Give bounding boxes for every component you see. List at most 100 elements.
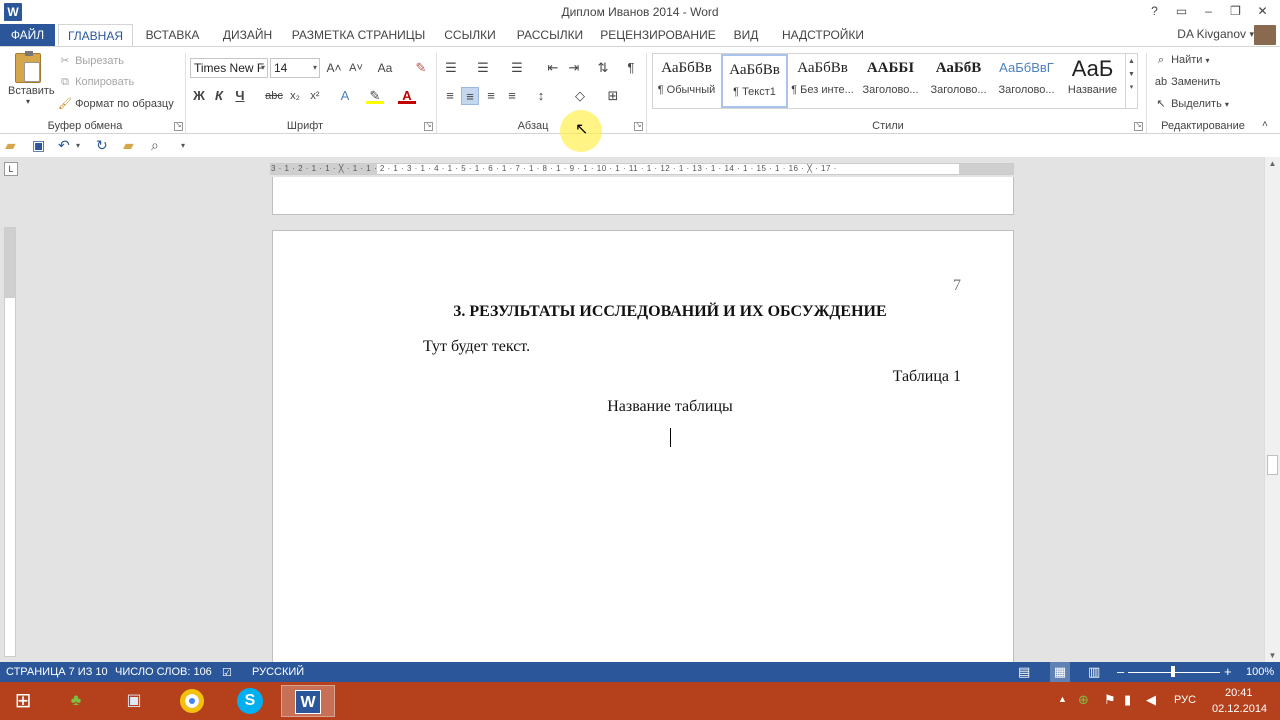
body-paragraph[interactable]: Тут будет текст. [423,338,530,356]
font-color-icon[interactable]: A [398,87,416,104]
font-size-combo[interactable]: 14 ▾ [270,58,320,78]
tab-layout[interactable]: РАЗМЕТКА СТРАНИЦЫ [290,24,427,46]
styles-scroll[interactable]: ▲ ▼ ▾ [1125,54,1137,108]
tab-addins[interactable]: НАДСТРОЙКИ [776,24,870,46]
numbering-icon[interactable]: ☰ [474,59,492,77]
superscript-button[interactable]: x² [306,87,324,105]
show-formatting-marks-icon[interactable]: ¶ [622,59,640,77]
bold-button[interactable]: Ж [190,87,208,105]
tab-references[interactable]: ССЫЛКИ [438,24,502,46]
shrink-font-button[interactable]: A˅ [346,59,366,77]
page-count[interactable]: СТРАНИЦА 7 ИЗ 10 [6,666,108,678]
style-text1[interactable]: АаБбВв ¶ Текст1 [721,54,788,108]
skype-icon[interactable]: S [230,685,270,717]
underline-button[interactable]: Ч [231,87,249,105]
strikethrough-button[interactable]: abc [262,87,286,105]
change-case-button[interactable]: Aa [372,59,398,77]
collapse-ribbon-icon[interactable]: ˄ [1262,119,1268,130]
borders-icon[interactable]: ⊞ [604,87,622,105]
cut-button[interactable]: ✂ Вырезать [58,54,124,67]
tab-design[interactable]: ДИЗАЙН [215,24,280,46]
show-hidden-icons[interactable]: ▲ [1058,694,1067,704]
battery-icon[interactable]: ▮ [1124,692,1131,708]
network-app-icon[interactable]: ♣ [56,685,96,717]
horizontal-ruler[interactable]: 3 · 1 · 2 · 1 · 1 · ╳ · 1 · 1 · 2 · 1 · … [270,163,1014,175]
style-heading1[interactable]: ААББІ Заголово... [857,54,924,108]
text-effects-icon[interactable]: A [336,87,354,105]
style-no-spacing[interactable]: АаБбВв ¶ Без инте... [789,54,856,108]
help-button[interactable]: ? [1141,0,1168,24]
tab-insert[interactable]: ВСТАВКА [140,24,205,46]
justify-icon[interactable]: ≡ [503,87,521,105]
save-icon[interactable]: ▣ [32,137,45,154]
chevron-down-icon[interactable]: ▼ [1126,71,1137,78]
word-count[interactable]: ЧИСЛО СЛОВ: 106 [115,666,212,678]
style-title[interactable]: АаБ Название [1059,54,1126,108]
undo-icon[interactable]: ↶ [58,137,70,154]
tab-selector-icon[interactable]: L [4,162,18,176]
avatar[interactable] [1254,25,1276,45]
highlight-icon[interactable]: ✎ [366,87,384,104]
customize-toolbar-icon[interactable]: ▾ [181,141,185,150]
volume-icon[interactable]: ◀ [1146,692,1156,708]
zoom-out-icon[interactable]: – [1117,664,1124,679]
tab-home[interactable]: ГЛАВНАЯ [58,24,133,47]
restore-button[interactable]: ❐ [1222,0,1249,24]
open-folder-icon[interactable]: ▰ [5,137,16,154]
floppy-save-icon[interactable]: ▣ [114,685,154,717]
tab-review[interactable]: РЕЦЕНЗИРОВАНИЕ [598,24,718,46]
input-language[interactable]: РУС [1174,694,1196,706]
shading-icon[interactable]: ◇ [571,87,589,105]
select-button[interactable]: ↖ Выделить ▾ [1154,97,1229,110]
tab-view[interactable]: ВИД [728,24,764,46]
table-title[interactable]: Название таблицы [273,398,1067,416]
table-label[interactable]: Таблица 1 [893,368,961,386]
font-name-combo[interactable]: Times New F ▾ [190,58,268,78]
windows-start-icon[interactable]: ⊞ [3,685,43,717]
proofing-icon[interactable]: ☑ [222,666,232,679]
print-preview-icon[interactable]: ⌕ [151,137,159,154]
chevron-up-icon[interactable]: ▲ [1126,58,1137,65]
section-heading[interactable]: 3. РЕЗУЛЬТАТЫ ИССЛЕДОВАНИЙ И ИХ ОБСУЖДЕН… [273,303,1067,321]
read-mode-icon[interactable]: ▤ [1018,664,1030,680]
more-styles-icon[interactable]: ▾ [1126,83,1137,91]
vertical-ruler[interactable] [4,227,16,657]
style-heading3[interactable]: АаБбВвГ Заголово... [993,54,1060,108]
paste-button[interactable]: Вставить ▾ [8,51,55,106]
align-center-icon[interactable]: ≡ [461,87,479,105]
subscript-button[interactable]: x₂ [286,87,304,105]
tab-file[interactable]: ФАЙЛ [0,24,55,46]
vertical-scrollbar[interactable]: ▲ ▼ [1264,157,1280,662]
minimize-button[interactable]: – [1195,0,1222,24]
scroll-up-icon[interactable]: ▲ [1265,159,1280,168]
print-layout-icon[interactable]: ▦ [1050,662,1070,682]
word-taskbar-icon[interactable]: W [281,685,335,717]
increase-indent-icon[interactable]: ⇥ [565,59,583,77]
find-button[interactable]: ⌕ Найти ▾ [1154,54,1210,67]
line-spacing-icon[interactable]: ↕ [532,87,550,105]
clock-date[interactable]: 02.12.2014 [1212,703,1267,715]
tab-mailings[interactable]: РАССЫЛКИ [512,24,588,46]
ribbon-display-options-button[interactable]: ▭ [1168,0,1195,24]
language-indicator[interactable]: РУССКИЙ [252,666,304,678]
decrease-indent-icon[interactable]: ⇤ [544,59,562,77]
style-normal[interactable]: АаБбВв ¶ Обычный [653,54,720,108]
zoom-in-icon[interactable]: + [1224,664,1232,679]
bullets-icon[interactable]: ☰ [442,59,460,77]
zoom-level[interactable]: 100% [1246,666,1274,678]
grow-font-button[interactable]: A˄ [324,59,344,77]
scroll-down-icon[interactable]: ▼ [1265,651,1280,660]
close-button[interactable]: ✕ [1249,0,1276,24]
sort-icon[interactable]: ⇅ [594,59,612,77]
clipboard-launcher-icon[interactable]: ↘ [174,122,183,131]
style-heading2[interactable]: АаБбВ Заголово... [925,54,992,108]
scrollbar-thumb[interactable] [1267,455,1278,475]
clock-time[interactable]: 20:41 [1225,687,1253,699]
user-name[interactable]: DA Kivganov [1177,27,1246,41]
folder-icon[interactable]: ▰ [123,137,134,154]
chevron-down-icon[interactable]: ▾ [76,141,80,150]
styles-launcher-icon[interactable]: ↘ [1134,122,1143,131]
clear-formatting-icon[interactable]: ✎ [412,59,430,77]
font-launcher-icon[interactable]: ↘ [424,122,433,131]
format-painter-button[interactable]: 🖌 Формат по образцу [58,97,174,110]
